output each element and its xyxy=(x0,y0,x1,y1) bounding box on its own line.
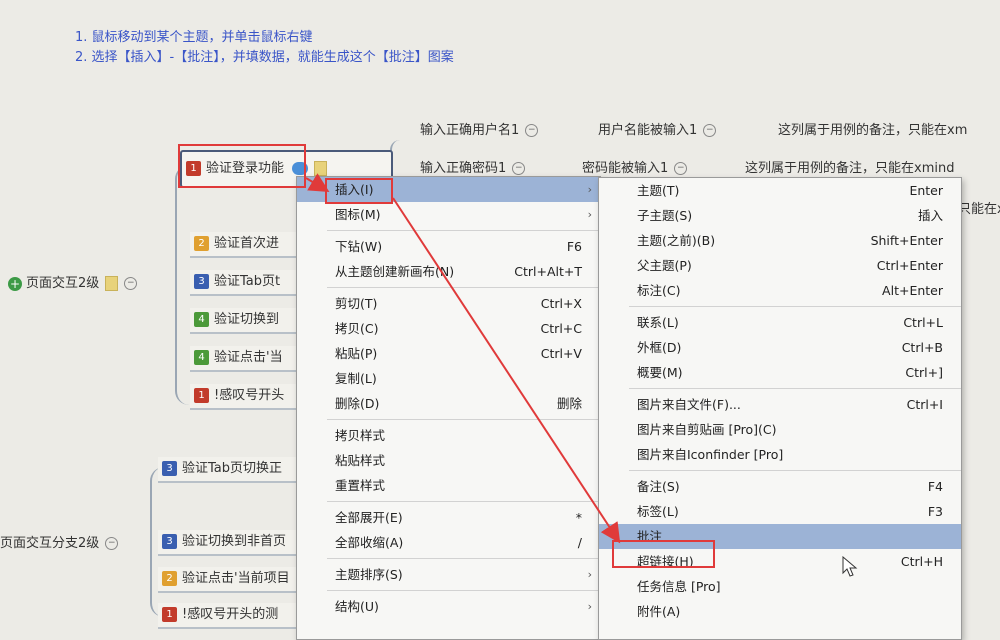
arrow-to-insert xyxy=(305,173,330,193)
annotation-arrows xyxy=(305,173,621,544)
arrow-to-comment xyxy=(392,197,621,544)
mouse-cursor-icon xyxy=(842,556,858,577)
